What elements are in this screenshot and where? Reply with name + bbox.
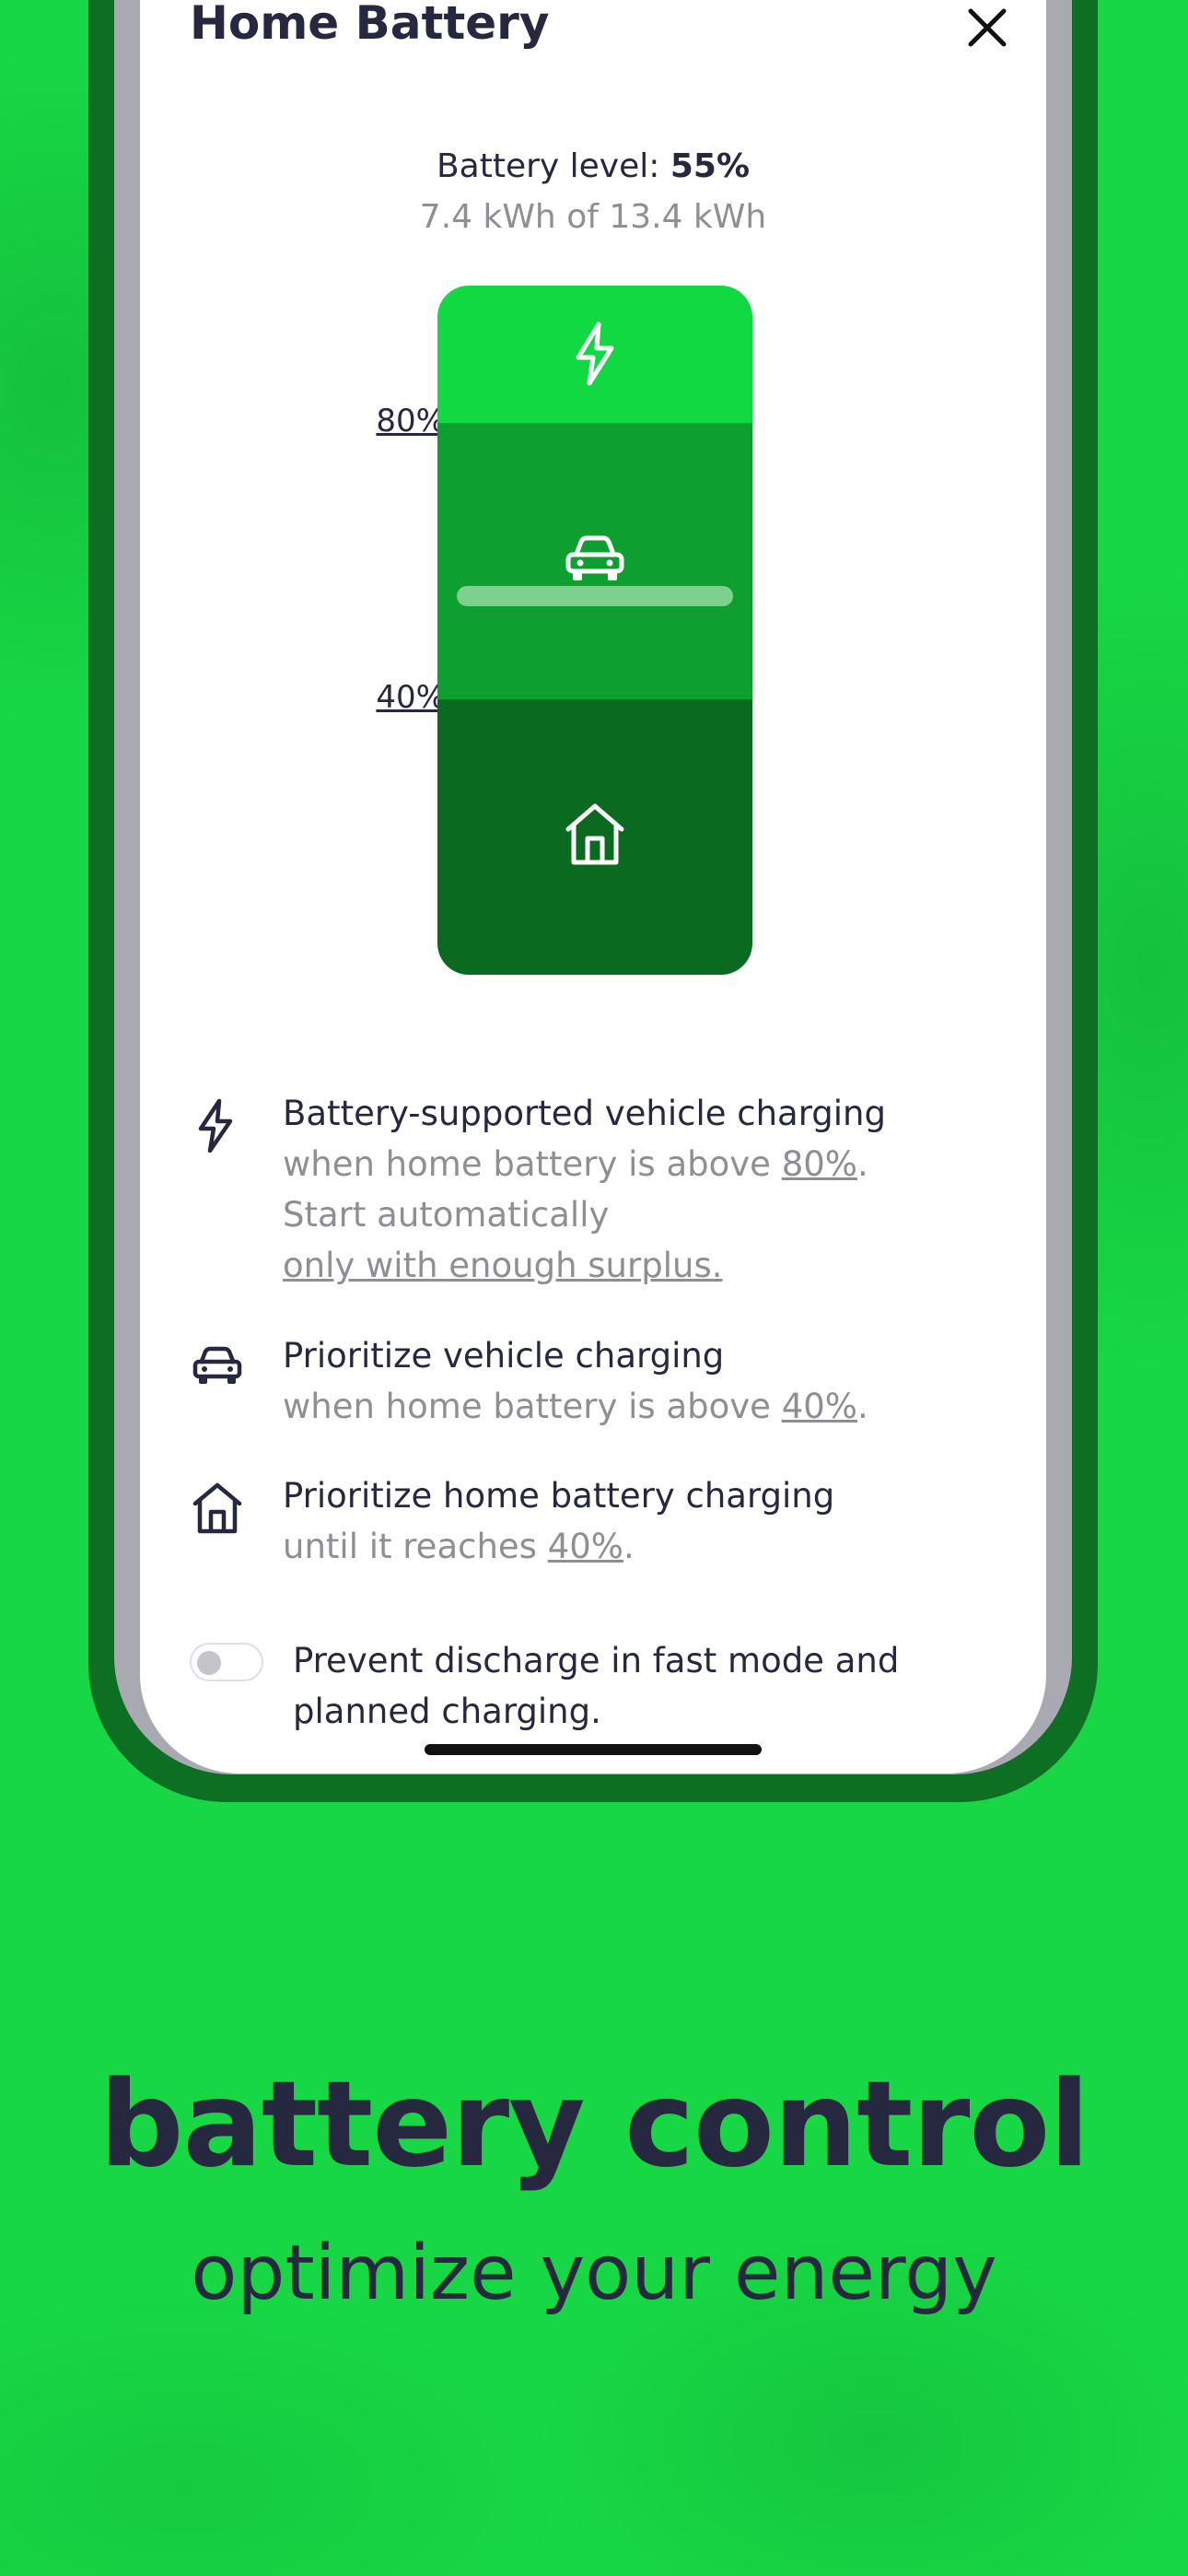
rule-title: Battery-supported vehicle charging [283, 1094, 886, 1133]
rule-detail-text: when home battery is above [283, 1144, 782, 1184]
marketing-subline: optimize your energy [191, 2230, 997, 2317]
battery-level-label: Battery level: [436, 147, 670, 185]
threshold-link-80[interactable]: 80% [782, 1144, 857, 1184]
home-icon [192, 1482, 242, 1534]
battery-level-text: Battery level: 55% [140, 147, 1046, 185]
toggle-knob [197, 1651, 221, 1675]
page-title: Home Battery [190, 0, 550, 50]
close-icon [968, 8, 1007, 47]
battery-energy-text: 7.4 kWh of 13.4 kWh [419, 198, 767, 236]
car-icon [565, 535, 624, 580]
rule-title: Prioritize home battery charging [283, 1476, 835, 1516]
prevent-discharge-toggle[interactable] [190, 1643, 263, 1681]
close-button[interactable] [960, 0, 1015, 55]
threshold-label-upper[interactable]: 80% [335, 403, 446, 439]
battery-gauge [437, 286, 752, 975]
rule-detail-text: when home battery is above [283, 1387, 782, 1426]
rule-detail-start: Start automatically [283, 1195, 610, 1235]
battery-level-indicator[interactable] [457, 586, 733, 606]
rule-detail-suffix: . [856, 1144, 868, 1184]
rule-prioritize-home: Prioritize home battery charging until i… [190, 1476, 1000, 1577]
threshold-link-40-home[interactable]: 40% [548, 1527, 623, 1566]
car-icon [192, 1346, 242, 1384]
marketing-headline: battery control [99, 2056, 1089, 2194]
threshold-label-lower[interactable]: 40% [335, 679, 446, 716]
home-icon [565, 803, 624, 865]
rule-detail: when home battery is above 80%. [283, 1144, 868, 1184]
rule-detail-text: until it reaches [283, 1527, 548, 1566]
rule-battery-supported-charging: Battery-supported vehicle charging when … [190, 1094, 1000, 1296]
bolt-icon [198, 1098, 233, 1153]
bolt-icon [576, 322, 614, 386]
battery-level-value: 55% [670, 147, 751, 185]
rule-title: Prioritize vehicle charging [283, 1336, 725, 1376]
surplus-link[interactable]: only with enough surplus. [283, 1246, 722, 1285]
home-indicator[interactable] [425, 1744, 762, 1755]
threshold-link-40-vehicle[interactable]: 40% [782, 1387, 857, 1426]
rule-prioritize-vehicle: Prioritize vehicle charging when home ba… [190, 1336, 1000, 1437]
rule-detail-suffix: . [623, 1527, 635, 1566]
phone-screen: Home Battery Battery level: 55% 7.4 kWh … [140, 0, 1046, 1774]
rule-detail: until it reaches 40%. [283, 1527, 635, 1566]
prevent-discharge-label: Prevent discharge in fast mode and plann… [293, 1641, 900, 1731]
rule-detail-suffix: . [856, 1387, 868, 1426]
rule-detail: when home battery is above 40%. [283, 1387, 868, 1426]
